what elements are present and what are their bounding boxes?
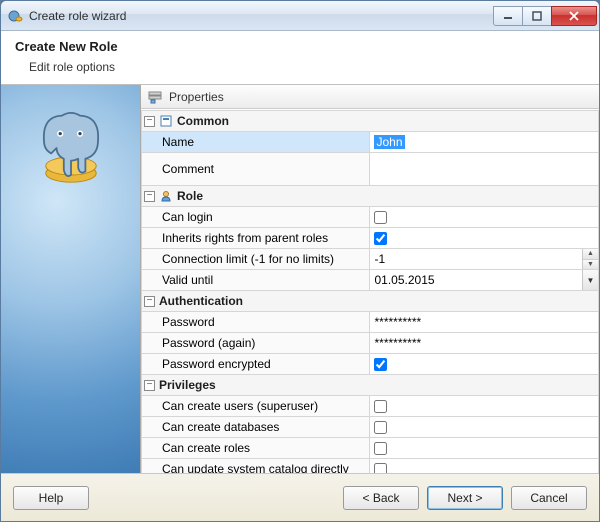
input-comment[interactable] bbox=[370, 153, 598, 185]
role-group-icon bbox=[159, 189, 173, 203]
label-inherits[interactable]: Inherits rights from parent roles bbox=[142, 228, 369, 248]
label-password-again[interactable]: Password (again) bbox=[142, 333, 369, 353]
help-button[interactable]: Help bbox=[13, 486, 89, 510]
maximize-button[interactable] bbox=[522, 6, 552, 26]
minimize-button[interactable] bbox=[493, 6, 523, 26]
properties-title: Properties bbox=[169, 90, 224, 104]
checkbox-can-login[interactable] bbox=[374, 211, 387, 224]
label-password-encrypted[interactable]: Password encrypted bbox=[142, 354, 369, 374]
app-icon bbox=[7, 8, 23, 24]
collapse-toggle-common[interactable]: − bbox=[144, 116, 155, 127]
label-superuser[interactable]: Can create users (superuser) bbox=[142, 396, 369, 416]
wizard-footer: Help < Back Next > Cancel bbox=[1, 473, 599, 521]
wizard-sidebar bbox=[1, 85, 141, 473]
label-name[interactable]: Name bbox=[142, 132, 369, 152]
collapse-toggle-role[interactable]: − bbox=[144, 191, 155, 202]
input-password[interactable]: ********** bbox=[370, 312, 598, 332]
checkbox-create-db[interactable] bbox=[374, 421, 387, 434]
input-valid-until[interactable]: 01.05.2015 ▼ bbox=[370, 270, 598, 290]
checkbox-update-catalog[interactable] bbox=[374, 463, 387, 474]
titlebar[interactable]: Create role wizard bbox=[1, 1, 599, 31]
input-conn-limit[interactable]: -1 ▲▼ bbox=[370, 249, 598, 269]
back-button[interactable]: < Back bbox=[343, 486, 419, 510]
dropdown-valid-until[interactable]: ▼ bbox=[582, 270, 598, 290]
label-create-db[interactable]: Can create databases bbox=[142, 417, 369, 437]
checkbox-create-roles[interactable] bbox=[374, 442, 387, 455]
properties-grid: − Common Name John Comment bbox=[141, 110, 599, 473]
collapse-toggle-auth[interactable]: − bbox=[144, 296, 155, 307]
spinner-conn-limit[interactable]: ▲▼ bbox=[582, 249, 598, 269]
properties-panel: Properties − Common bbox=[141, 85, 599, 473]
group-priv-label: Privileges bbox=[159, 378, 216, 392]
label-update-catalog[interactable]: Can update system catalog directly bbox=[142, 459, 369, 473]
label-create-roles[interactable]: Can create roles bbox=[142, 438, 369, 458]
label-comment[interactable]: Comment bbox=[142, 153, 369, 185]
common-group-icon bbox=[159, 114, 173, 128]
label-password[interactable]: Password bbox=[142, 312, 369, 332]
group-role-label: Role bbox=[177, 189, 203, 203]
collapse-toggle-priv[interactable]: − bbox=[144, 380, 155, 391]
label-valid-until[interactable]: Valid until bbox=[142, 270, 369, 290]
label-can-login[interactable]: Can login bbox=[142, 207, 369, 227]
properties-header: Properties bbox=[141, 85, 599, 109]
checkbox-superuser[interactable] bbox=[374, 400, 387, 413]
postgres-elephant-icon bbox=[26, 103, 116, 193]
wizard-header: Create New Role Edit role options bbox=[1, 31, 599, 85]
properties-icon bbox=[147, 89, 163, 105]
page-subtitle: Edit role options bbox=[29, 60, 585, 74]
input-name[interactable]: John bbox=[370, 132, 598, 152]
checkbox-inherits[interactable] bbox=[374, 232, 387, 245]
close-button[interactable] bbox=[551, 6, 597, 26]
window-title: Create role wizard bbox=[29, 9, 494, 23]
group-auth-label: Authentication bbox=[159, 294, 243, 308]
label-conn-limit[interactable]: Connection limit (-1 for no limits) bbox=[142, 249, 369, 269]
window: Create role wizard Create New Role Edit … bbox=[0, 0, 600, 522]
group-common-label: Common bbox=[177, 114, 229, 128]
next-button[interactable]: Next > bbox=[427, 486, 503, 510]
page-title: Create New Role bbox=[15, 39, 585, 54]
input-password-again[interactable]: ********** bbox=[370, 333, 598, 353]
cancel-button[interactable]: Cancel bbox=[511, 486, 587, 510]
checkbox-password-encrypted[interactable] bbox=[374, 358, 387, 371]
